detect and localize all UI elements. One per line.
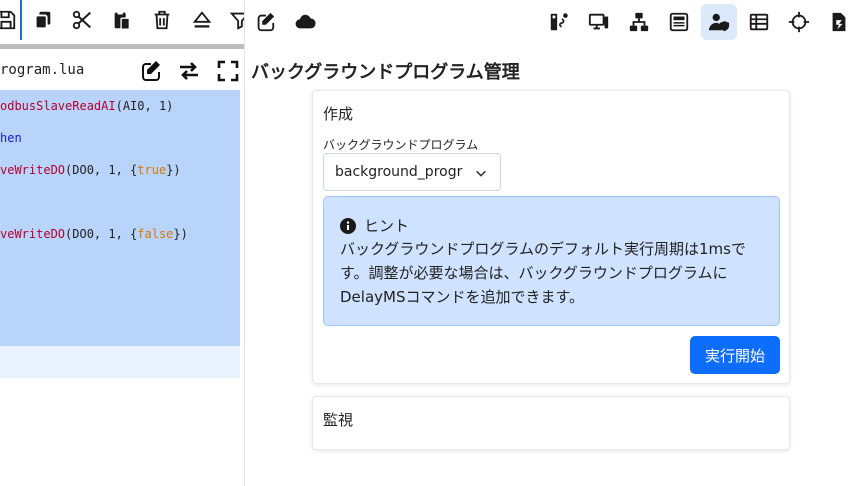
rename-edit-icon[interactable] [137, 58, 163, 84]
code-token: false [137, 227, 174, 241]
code-line: odbusSlaveReadAI(AI0, 1) [0, 96, 173, 116]
program-select-value: background_progr [335, 164, 463, 180]
hint-body: バックグラウンドプログラムのデフォルト実行周期は1msです。調整が必要な場合は、… [340, 240, 746, 306]
monitor-card-title: 監視 [323, 411, 354, 429]
code-token: true [137, 163, 167, 177]
swap-icon[interactable] [176, 58, 202, 84]
top-navigation [245, 0, 863, 44]
user-shield-icon[interactable] [701, 4, 737, 40]
chevron-down-icon [476, 170, 486, 177]
copy-icon[interactable] [29, 6, 57, 34]
code-line: veWriteDO(DO0, 1, {true}) [0, 160, 181, 180]
code-token: }) [173, 227, 188, 241]
code-line: veWriteDO(DO0, 1, {false}) [0, 224, 188, 244]
fullscreen-icon[interactable] [215, 58, 241, 84]
code-token: hen [0, 131, 22, 145]
save-icon[interactable] [0, 6, 20, 34]
code-token: veWriteDO [0, 227, 66, 241]
create-card: 作成 バックグラウンドプログラム background_progr ヒント バッ… [312, 90, 790, 384]
code-token: }) [166, 163, 181, 177]
page-title: バックグラウンドプログラム管理 [251, 62, 520, 83]
editor-scrollbar-thumb[interactable] [0, 44, 244, 49]
code-token: (DO0, 1, { [65, 227, 138, 241]
create-card-title: 作成 [323, 105, 354, 123]
start-execution-button[interactable]: 実行開始 [690, 336, 780, 374]
network-icon[interactable] [621, 4, 657, 40]
right-panel: バックグラウンドプログラム管理 作成 バックグラウンドプログラム backgro… [244, 0, 863, 486]
hint-alert: ヒント バックグラウンドプログラムのデフォルト実行周期は1msです。調整が必要な… [323, 196, 780, 326]
editor-toolbar [0, 0, 251, 40]
file-bar: rogram.lua [0, 52, 244, 90]
code-line: hen [0, 128, 22, 148]
table-icon[interactable] [741, 4, 777, 40]
monitor-card: 監視 [312, 396, 790, 450]
devices-icon[interactable] [581, 4, 617, 40]
code-token: odbusSlaveReadAI [0, 99, 116, 113]
hint-title: ヒント [364, 217, 410, 235]
info-icon [340, 218, 356, 234]
edit-icon[interactable] [247, 4, 283, 40]
cut-icon[interactable] [68, 6, 96, 34]
toolbar-divider [20, 0, 22, 40]
rtu-icon[interactable] [661, 4, 697, 40]
crosshair-icon[interactable] [781, 4, 817, 40]
cloud-icon[interactable] [287, 4, 323, 40]
code-token: (AI0, 1) [115, 99, 174, 113]
file-run-icon[interactable] [821, 4, 857, 40]
file-name: rogram.lua [0, 62, 85, 78]
program-select-label: バックグラウンドプログラム [323, 138, 479, 152]
program-select[interactable]: background_progr [323, 153, 501, 191]
code-token: (DO0, 1, { [65, 163, 138, 177]
code-token: veWriteDO [0, 163, 66, 177]
delete-icon[interactable] [148, 6, 176, 34]
code-editor-footer [0, 346, 240, 378]
program-s-icon[interactable] [541, 4, 577, 40]
paste-icon[interactable] [108, 6, 136, 34]
eject-icon[interactable] [188, 6, 216, 34]
code-editor[interactable]: odbusSlaveReadAI(AI0, 1) hen veWriteDO(D… [0, 90, 240, 346]
